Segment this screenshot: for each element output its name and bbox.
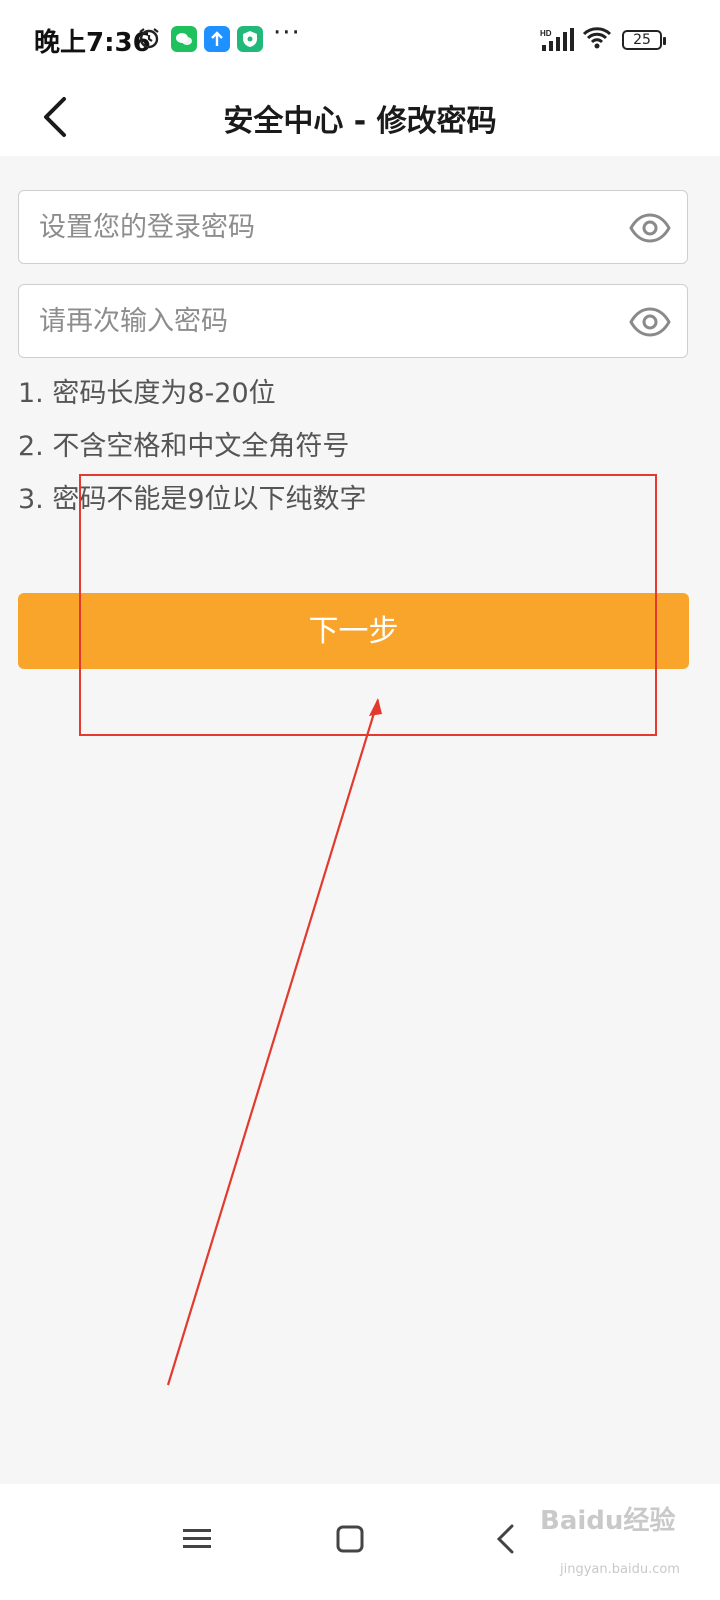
wechat-icon	[171, 26, 197, 52]
app-header: 安全中心 - 修改密码	[0, 80, 720, 156]
status-time: 晚上7:36	[34, 28, 151, 58]
wifi-icon	[582, 27, 612, 49]
page-title: 安全中心 - 修改密码	[223, 104, 497, 139]
rule-item: 2. 不含空格和中文全角符号	[18, 431, 350, 462]
annotation-highlight-box	[79, 474, 657, 736]
signal-hd-label: HD	[540, 29, 552, 38]
home-button[interactable]	[325, 1514, 375, 1564]
eye-icon[interactable]	[629, 302, 671, 342]
watermark-url: jingyan.baidu.com	[560, 1562, 680, 1577]
confirm-password-field	[18, 284, 688, 358]
menu-icon	[183, 1529, 211, 1548]
rule-item: 1. 密码长度为8-20位	[18, 378, 276, 409]
alarm-icon	[139, 28, 159, 49]
upload-icon	[204, 26, 230, 52]
square-home-icon	[336, 1525, 364, 1553]
system-back-button[interactable]	[480, 1514, 530, 1564]
battery-icon: 25	[622, 30, 666, 50]
recent-apps-button[interactable]	[172, 1514, 222, 1564]
chevron-left-icon	[496, 1524, 514, 1554]
more-notifications-icon: ···	[273, 18, 301, 48]
new-password-input[interactable]	[19, 191, 629, 263]
new-password-field	[18, 190, 688, 264]
signal-icon: HD	[540, 28, 574, 51]
status-bar: 晚上7:36 ··· HD 25	[0, 0, 720, 80]
shield-icon	[237, 26, 263, 52]
eye-icon[interactable]	[629, 208, 671, 248]
watermark-logo: Baidu经验	[540, 1506, 676, 1536]
confirm-password-input[interactable]	[19, 285, 629, 357]
